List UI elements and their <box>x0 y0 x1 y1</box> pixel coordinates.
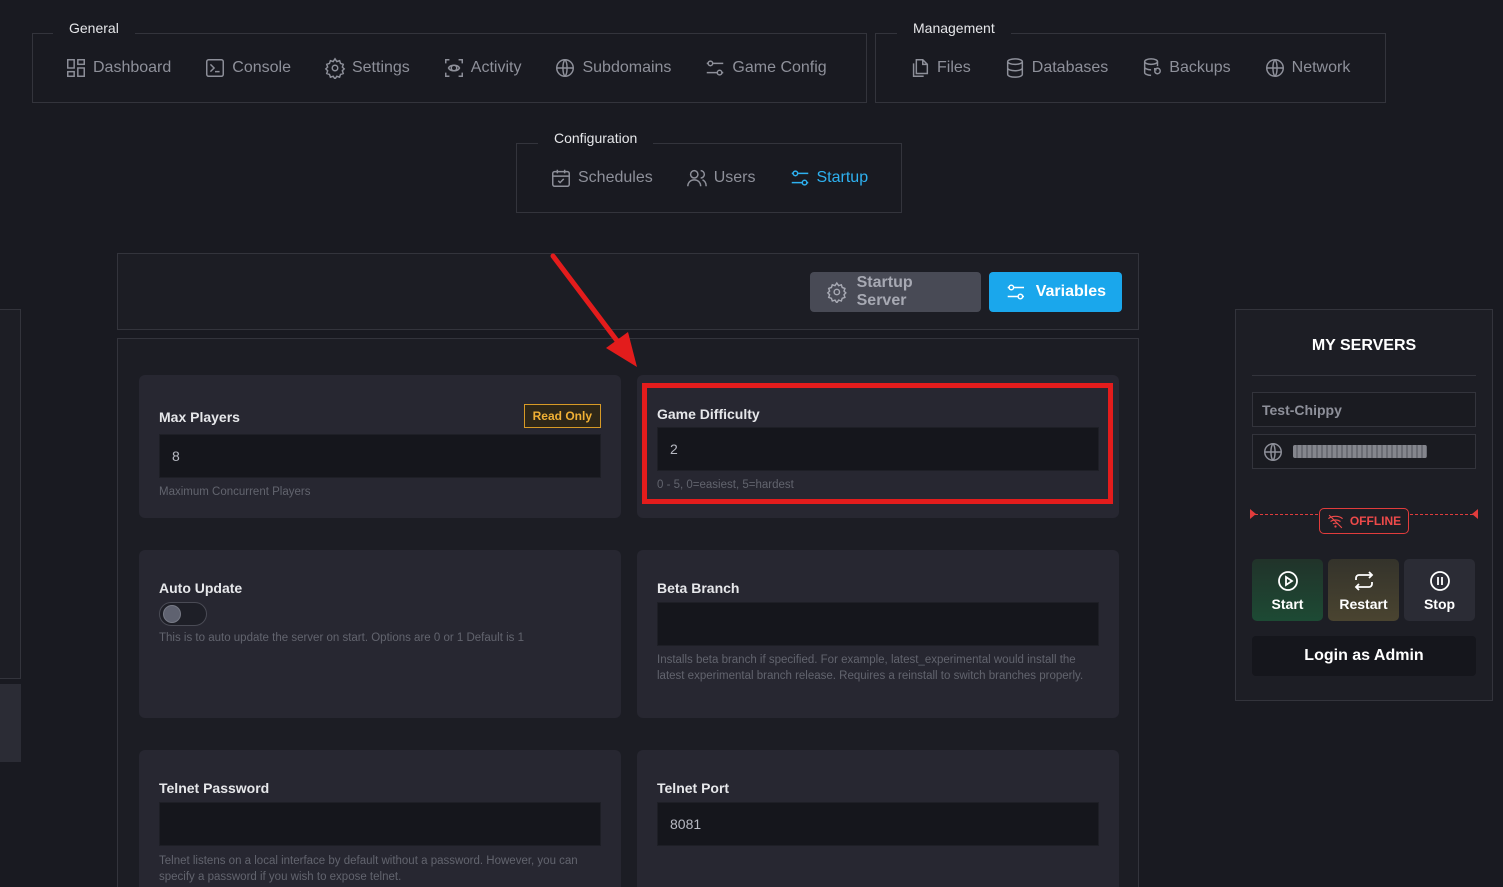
nav-item-label: Schedules <box>578 169 653 186</box>
console-icon <box>206 59 225 77</box>
restart-label: Restart <box>1339 595 1388 612</box>
nav-item-label: Users <box>713 169 756 186</box>
database-icon <box>1006 58 1023 78</box>
play-icon <box>1277 570 1298 591</box>
variable-title: Beta Branch <box>657 580 740 596</box>
variable-help: Maximum Concurrent Players <box>159 486 311 498</box>
stop-label: Stop <box>1423 595 1456 612</box>
telnet-password-input[interactable] <box>159 802 601 846</box>
start-label: Start <box>1271 595 1304 612</box>
nav-item-activity[interactable]: Activity <box>443 57 522 79</box>
users-icon <box>686 169 707 187</box>
nav-item-settings[interactable]: Settings <box>324 57 410 79</box>
login-as-admin-button[interactable]: Login as Admin <box>1252 636 1476 676</box>
status-badge: OFFLINE <box>1319 508 1409 534</box>
nav-item-backups[interactable]: Backups <box>1141 57 1231 79</box>
variable-card-telnet-port: Telnet Port 8081 <box>637 750 1119 887</box>
variable-title: Max Players <box>159 409 240 425</box>
variable-title: Telnet Port <box>657 780 730 796</box>
sliders-icon <box>1007 284 1025 300</box>
nav-item-label: Startup <box>816 169 869 186</box>
variable-card-auto-update: Auto Update This is to auto update the s… <box>139 550 621 718</box>
pause-icon <box>1429 570 1450 591</box>
status-divider-right-marker <box>1472 509 1478 519</box>
calendar-icon <box>552 169 570 187</box>
variable-help: Installs beta branch if specified. For e… <box>657 654 1084 682</box>
nav-item-label: Files <box>937 59 971 76</box>
nav-item-label: Backups <box>1169 59 1231 76</box>
variable-card-beta-branch: Beta Branch Installs beta branch if spec… <box>637 550 1119 718</box>
nav-item-label: Settings <box>351 59 410 76</box>
read-only-badge: Read Only <box>523 404 601 428</box>
nav-item-label: Databases <box>1031 59 1109 76</box>
my-servers-panel: MY SERVERS Test-Chippy OFFLINE Start Res… <box>1235 309 1493 701</box>
variable-help: This is to auto update the server on sta… <box>159 632 524 644</box>
globe-icon <box>556 59 575 77</box>
variables-label: Variables <box>1035 283 1106 300</box>
auto-update-toggle[interactable] <box>159 602 207 626</box>
sliders-icon <box>707 60 724 76</box>
beta-branch-input[interactable] <box>657 602 1099 646</box>
annotation-highlight-box <box>642 383 1113 504</box>
nav-item-databases[interactable]: Databases <box>1004 57 1109 79</box>
variable-card-telnet-password: Telnet Password Telnet listens on a loca… <box>139 750 621 887</box>
startup-server-button[interactable]: Startup Server <box>810 272 981 312</box>
server-name-field[interactable]: Test-Chippy <box>1252 392 1476 427</box>
variable-title: Auto Update <box>159 580 243 596</box>
nav-item-schedules[interactable]: Schedules <box>550 167 653 189</box>
nav-item-startup[interactable]: Startup <box>789 167 869 189</box>
gear-icon <box>324 57 346 79</box>
nav-item-label: Activity <box>470 59 522 76</box>
nav-item-label: Dashboard <box>93 59 172 76</box>
nav-item-game-config[interactable]: Game Config <box>704 57 827 79</box>
nav-item-users[interactable]: Users <box>686 167 756 189</box>
globe-icon <box>1265 59 1284 77</box>
startup-server-label: Startup Server <box>856 274 913 309</box>
nav-item-label: Console <box>232 59 291 76</box>
toggle-knob <box>163 605 181 623</box>
wifi-off-icon <box>1327 514 1343 528</box>
nav-item-network[interactable]: Network <box>1264 57 1351 79</box>
nav-group-legend: Management <box>897 16 1011 42</box>
restart-button[interactable]: Restart <box>1328 559 1399 621</box>
nav-group-legend: General <box>53 16 135 42</box>
nav-item-label: Network <box>1291 59 1351 76</box>
globe-icon <box>1264 442 1282 461</box>
annotation-arrow <box>550 253 637 367</box>
my-servers-title: MY SERVERS <box>1311 337 1417 354</box>
variables-button[interactable]: Variables <box>989 272 1122 312</box>
status-divider-left-marker <box>1250 509 1256 519</box>
side-panel-partial-lower <box>0 684 21 762</box>
variable-title: Telnet Password <box>159 780 270 796</box>
nav-item-subdomains[interactable]: Subdomains <box>554 57 671 79</box>
divider <box>1252 375 1476 376</box>
variable-card-max-players: Max Players Read Only 8 Maximum Concurre… <box>139 375 621 518</box>
nav-group-configuration: Configuration Schedules Users Startup <box>516 126 902 213</box>
sliders-icon <box>791 170 808 186</box>
max-players-input[interactable]: 8 <box>159 434 601 478</box>
nav-item-files[interactable]: Files <box>909 57 971 79</box>
activity-icon <box>444 59 463 77</box>
repeat-icon <box>1354 570 1373 591</box>
server-address-field[interactable] <box>1252 434 1476 469</box>
nav-item-label: Game Config <box>732 59 827 76</box>
backup-icon <box>1144 58 1162 77</box>
nav-group-management: Management Files Databases Backups Netwo… <box>875 16 1386 103</box>
side-panel-partial <box>0 309 21 679</box>
status-text: OFFLINE <box>1349 514 1402 528</box>
start-button[interactable]: Start <box>1252 559 1323 621</box>
variable-help: Telnet listens on a local interface by d… <box>159 855 578 883</box>
dashboard-icon <box>67 59 85 77</box>
nav-item-dashboard[interactable]: Dashboard <box>65 57 171 79</box>
nav-group-legend: Configuration <box>538 126 654 152</box>
nav-item-console[interactable]: Console <box>204 57 291 79</box>
gear-icon <box>826 281 847 303</box>
telnet-port-input[interactable]: 8081 <box>657 802 1099 846</box>
stop-button[interactable]: Stop <box>1404 559 1475 621</box>
nav-item-label: Subdomains <box>582 59 672 76</box>
redacted-address <box>1293 445 1427 458</box>
nav-group-general: General Dashboard Console Settings Activ… <box>32 16 867 103</box>
files-icon <box>912 59 929 77</box>
